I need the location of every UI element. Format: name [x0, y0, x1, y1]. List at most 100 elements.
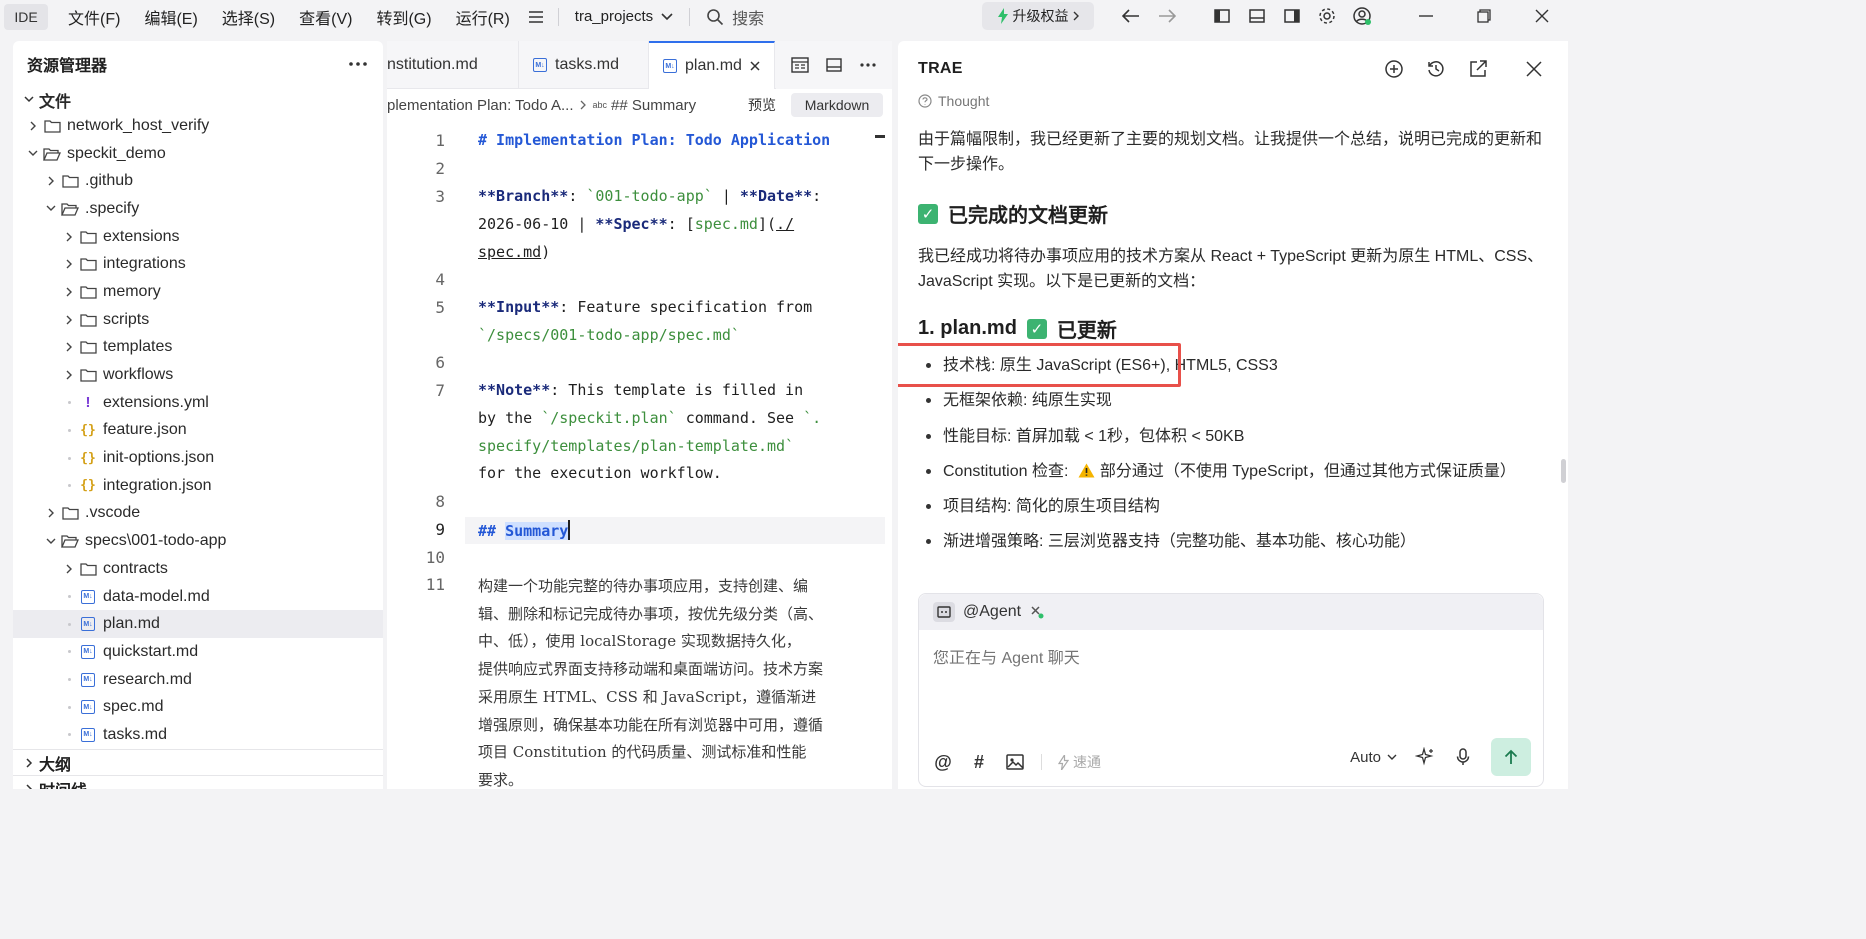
tree-item[interactable]: {} integration.json	[13, 472, 383, 500]
arrow-left-icon[interactable]	[1117, 2, 1145, 30]
preview-button[interactable]: 预览	[742, 93, 782, 117]
text-cursor	[568, 520, 571, 540]
tree-item[interactable]: workflows	[13, 361, 383, 389]
menu-go[interactable]: 转到(G)	[364, 0, 443, 33]
section-outline[interactable]: 大纲	[13, 749, 383, 775]
hash-icon[interactable]: #	[969, 752, 989, 772]
chat-tools: @ # 速通	[933, 752, 1101, 772]
markdown-file-icon: M↓	[79, 726, 97, 744]
tree-item[interactable]: ! extensions.yml	[13, 389, 383, 417]
section-timeline[interactable]: 时间线	[13, 775, 383, 789]
menu-file[interactable]: 文件(F)	[56, 0, 132, 33]
upgrade-button[interactable]: 升级权益	[982, 2, 1094, 30]
arrow-up-icon	[1504, 749, 1518, 765]
tree-item[interactable]: {} init-options.json	[13, 444, 383, 472]
tree-item[interactable]: extensions	[13, 223, 383, 251]
split-editor-icon[interactable]	[820, 51, 848, 79]
tree-item[interactable]: scripts	[13, 306, 383, 334]
paragraph-line: 构建一个功能完整的待办事项应用，支持创建、编	[478, 577, 809, 595]
menu-edit[interactable]: 编辑(E)	[132, 0, 209, 33]
minimize-icon[interactable]	[1412, 2, 1440, 30]
chevron-down-icon	[43, 201, 59, 217]
tree-item[interactable]: M↓ data-model.md	[13, 583, 383, 611]
model-selector[interactable]: Auto	[1350, 749, 1397, 766]
menu-view[interactable]: 查看(V)	[287, 0, 364, 33]
code-token: `001-todo-app`	[586, 187, 713, 205]
menu-run[interactable]: 运行(R)	[444, 0, 522, 33]
selected-text: Summary	[505, 522, 569, 540]
list-item-text: 渐进增强策略: 三层浏览器支持（完整功能、基本功能、核心功能）	[943, 533, 1416, 551]
menu-selection[interactable]: 选择(S)	[210, 0, 287, 33]
tree-item[interactable]: network_host_verify	[13, 112, 383, 140]
tab-constitution[interactable]: nstitution.md	[387, 41, 519, 89]
tree-item[interactable]: M↓ tasks.md	[13, 721, 383, 749]
tree-item[interactable]: templates	[13, 334, 383, 362]
speed-mode-toggle[interactable]: 速通	[1058, 752, 1101, 772]
tree-item[interactable]: integrations	[13, 250, 383, 278]
bold-token: **Input**	[478, 298, 560, 316]
restore-icon[interactable]	[1470, 2, 1498, 30]
tree-item[interactable]: .vscode	[13, 500, 383, 528]
tab-tasks[interactable]: M↓ tasks.md	[519, 41, 649, 89]
tree-item[interactable]: contracts	[13, 555, 383, 583]
markdown-file-icon: M↓	[79, 671, 97, 689]
toggle-sidebar-icon[interactable]	[1208, 2, 1236, 30]
history-icon[interactable]	[1422, 55, 1450, 83]
mention-icon[interactable]: @	[933, 752, 953, 772]
section-files[interactable]: 文件	[13, 87, 383, 112]
project-switcher[interactable]: tra_projects	[567, 8, 681, 25]
microphone-icon[interactable]	[1453, 747, 1473, 767]
tree-indent	[61, 616, 77, 632]
thought-indicator[interactable]: Thought	[918, 89, 1548, 113]
tab-plan[interactable]: M↓ plan.md	[649, 41, 775, 89]
tree-indent	[61, 727, 77, 743]
chat-scrollbar[interactable]	[1561, 459, 1566, 483]
ide-badge[interactable]: IDE	[4, 3, 48, 30]
image-icon[interactable]	[1005, 752, 1025, 772]
command-search[interactable]: 搜索	[706, 5, 764, 29]
message-intro: 由于篇幅限制，我已经更新了主要的规划文档。让我提供一个总结，说明已完成的更新和下…	[918, 131, 1543, 173]
close-panel-icon[interactable]	[1520, 55, 1548, 83]
more-actions-icon[interactable]	[854, 51, 882, 79]
close-window-icon[interactable]	[1528, 2, 1556, 30]
close-tab-icon[interactable]	[750, 61, 760, 71]
toggle-aux-bar-icon[interactable]	[1278, 2, 1306, 30]
tree-item[interactable]: memory	[13, 278, 383, 306]
markdown-mode-button[interactable]: Markdown	[791, 93, 883, 117]
tree-item[interactable]: M↓ spec.md	[13, 693, 383, 721]
send-button[interactable]	[1491, 738, 1531, 776]
text-token: : Feature specification from	[559, 298, 813, 316]
tree-item[interactable]: M↓ plan.md	[13, 610, 383, 639]
folder-open-icon	[61, 200, 79, 218]
link-url-token[interactable]: spec.md	[478, 243, 541, 261]
tree-item[interactable]: M↓ quickstart.md	[13, 638, 383, 666]
link-url-token[interactable]: ./	[776, 215, 794, 233]
tree-item[interactable]: speckit_demo	[13, 140, 383, 168]
new-chat-icon[interactable]	[1380, 55, 1408, 83]
divider	[1041, 754, 1042, 770]
heading-done: ✓ 已完成的文档更新	[918, 199, 1548, 228]
chat-input[interactable]	[933, 650, 1523, 668]
open-external-icon[interactable]	[1464, 55, 1492, 83]
arrow-right-icon[interactable]	[1153, 2, 1181, 30]
sparkle-icon[interactable]	[1415, 747, 1435, 767]
heading-token: # Implementation Plan: Todo Application	[478, 131, 831, 149]
breadcrumb-symbol[interactable]: ## Summary	[611, 97, 696, 114]
item-heading: 1. plan.md ✓ 已更新	[918, 314, 1548, 343]
code-line: **Note**: This template is filled in	[478, 381, 873, 399]
tree-item[interactable]: .specify	[13, 195, 383, 223]
tree-item-label: data-model.md	[103, 587, 210, 605]
tree-item[interactable]: M↓ research.md	[13, 666, 383, 694]
more-actions-icon[interactable]	[349, 62, 367, 66]
gear-icon[interactable]	[1313, 2, 1341, 30]
tree-item[interactable]: {} feature.json	[13, 417, 383, 445]
tree-item[interactable]: specs\001-todo-app	[13, 527, 383, 555]
toggle-panel-icon[interactable]	[1243, 2, 1271, 30]
open-preview-icon[interactable]	[786, 51, 814, 79]
tree-item[interactable]: .github	[13, 167, 383, 195]
agent-selector[interactable]: @Agent	[919, 594, 1543, 630]
account-avatar-icon[interactable]	[1348, 2, 1376, 30]
hamburger-menu-icon[interactable]	[522, 3, 550, 31]
breadcrumb-file[interactable]: plementation Plan: Todo A...	[387, 97, 574, 114]
editor-tabs: nstitution.md M↓ tasks.md M↓ plan.md	[387, 41, 892, 89]
